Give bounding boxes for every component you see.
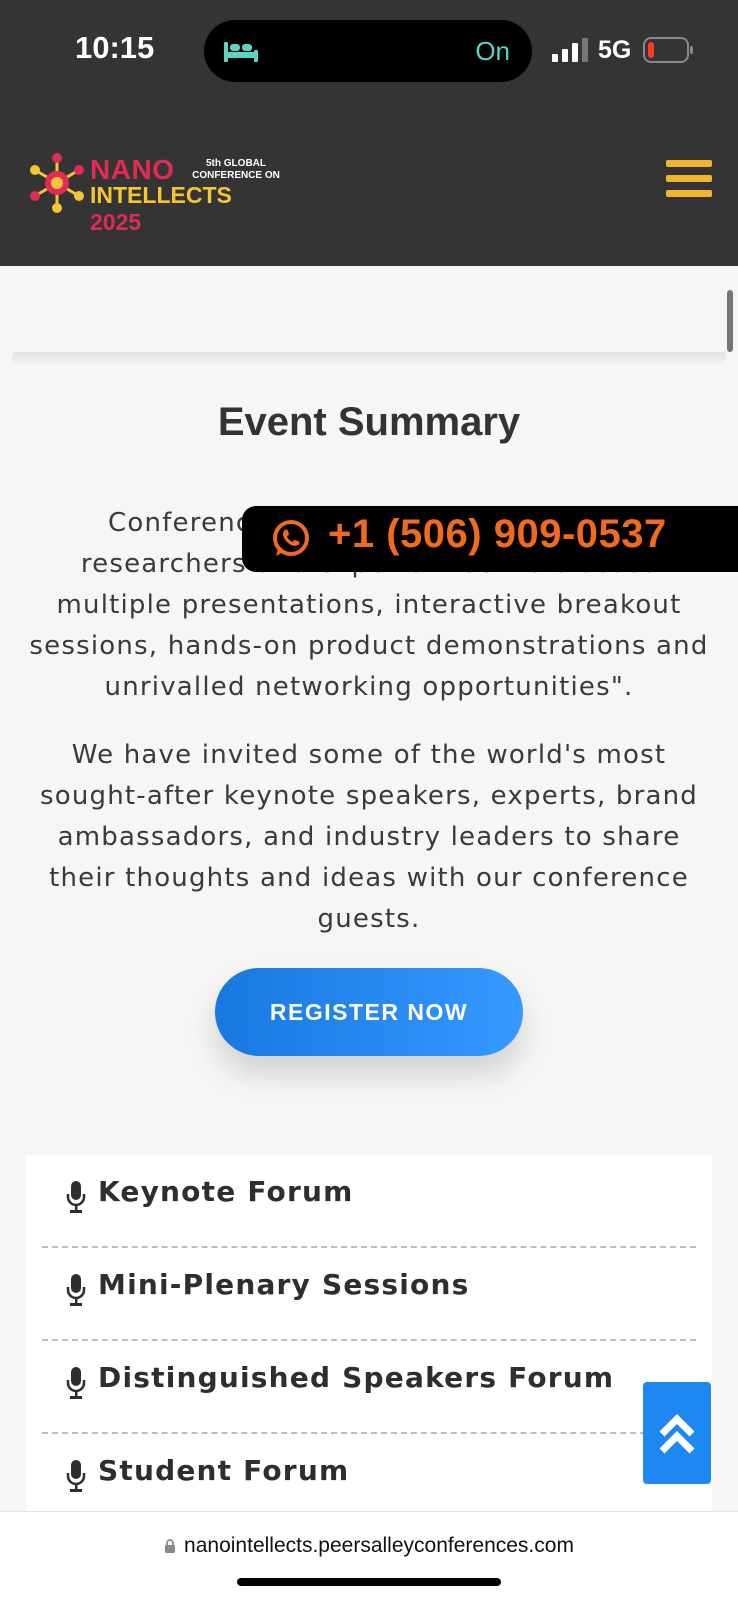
microphone-icon bbox=[66, 1367, 86, 1399]
double-chevron-up-icon bbox=[659, 1414, 695, 1454]
microphone-icon bbox=[66, 1274, 86, 1306]
hamburger-icon[interactable] bbox=[666, 160, 712, 202]
register-now-button[interactable]: REGISTER NOW bbox=[215, 968, 523, 1056]
url-display[interactable]: nanointellects.peersalleyconferences.com bbox=[0, 1534, 738, 1558]
network-type: 5G bbox=[598, 36, 632, 64]
list-item[interactable]: Mini-Plenary Sessions bbox=[42, 1248, 696, 1341]
molecule-logo-icon bbox=[30, 153, 84, 213]
microphone-icon bbox=[66, 1181, 86, 1213]
scrollbar[interactable] bbox=[727, 290, 733, 352]
logo-subtitle: 5th GLOBAL CONFERENCE ON bbox=[192, 158, 280, 181]
scroll-to-top-button[interactable] bbox=[643, 1382, 711, 1484]
logo-text-intellects: INTELLECTS 2025 bbox=[90, 182, 232, 235]
list-item[interactable]: Keynote Forum bbox=[42, 1155, 696, 1248]
list-item-label: Distinguished Speakers Forum bbox=[98, 1361, 615, 1394]
phone-number: +1 (506) 909-0537 bbox=[328, 512, 667, 556]
microphone-icon bbox=[66, 1460, 86, 1492]
url-text: nanointellects.peersalleyconferences.com bbox=[184, 1534, 574, 1557]
lock-icon bbox=[165, 1539, 176, 1553]
bed-icon bbox=[224, 42, 258, 62]
browser-address-bar[interactable]: nanointellects.peersalleyconferences.com bbox=[0, 1511, 738, 1601]
signal-icon bbox=[552, 38, 588, 62]
home-indicator[interactable] bbox=[237, 1578, 501, 1586]
list-item-label: Keynote Forum bbox=[98, 1175, 354, 1208]
phone-contact-banner[interactable]: +1 (506) 909-0537 bbox=[242, 506, 738, 572]
status-time: 10:15 bbox=[75, 30, 155, 65]
battery-icon bbox=[643, 37, 693, 63]
divider bbox=[12, 352, 726, 366]
sleep-focus-status: On bbox=[475, 36, 510, 66]
list-item-label: Mini-Plenary Sessions bbox=[98, 1268, 470, 1301]
session-list: Keynote Forum Mini-Plenary Sessions Dist… bbox=[26, 1155, 712, 1527]
list-item-label: Student Forum bbox=[98, 1454, 350, 1487]
list-item[interactable]: Distinguished Speakers Forum bbox=[42, 1341, 696, 1434]
dynamic-island: On bbox=[204, 20, 532, 82]
page-title: Event Summary bbox=[217, 400, 521, 444]
conference-logo[interactable]: NANO 5th GLOBAL CONFERENCE ON INTELLECTS… bbox=[28, 150, 288, 235]
whatsapp-icon bbox=[273, 520, 309, 556]
summary-paragraph-2: We have invited some of the world's most… bbox=[40, 740, 698, 934]
site-header: 10:15 On 5G NANO 5th GLOBAL CONFERENCE O… bbox=[0, 0, 738, 266]
